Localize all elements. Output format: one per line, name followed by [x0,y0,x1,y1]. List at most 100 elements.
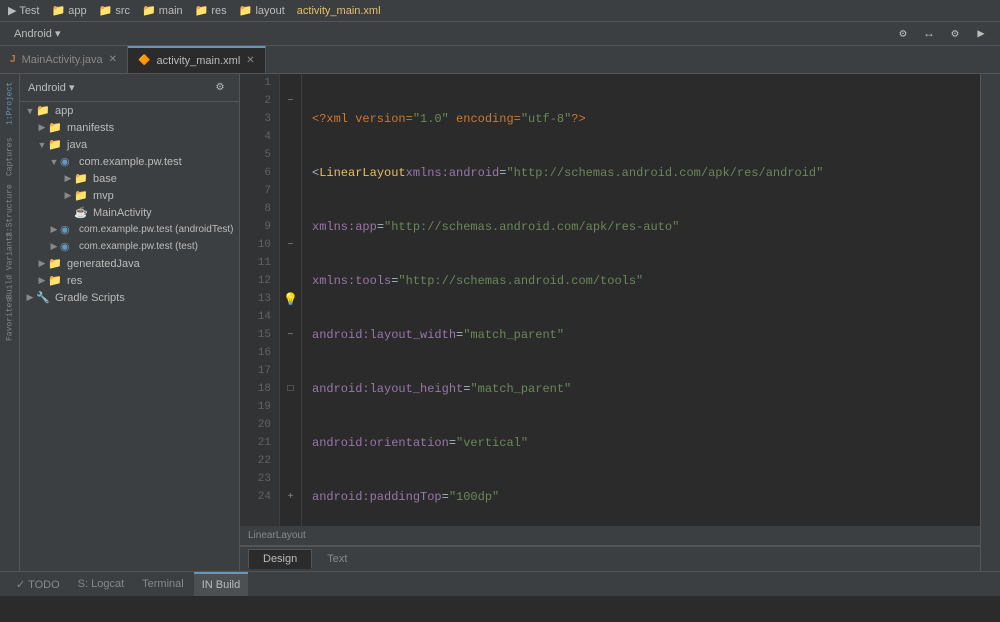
system-top-bar: ▶ Test 📁 app 📁 src 📁 main 📁 res 📁 layout… [0,0,1000,22]
breadcrumb-bar: LinearLayout [240,526,980,546]
arrow-icon: ▼ [24,106,36,116]
tree-item-java[interactable]: ▼ 📁 java [20,136,239,153]
code-content: <?xml version="1.0" encoding="utf-8"?> <… [302,74,980,526]
bottom-bar: ✓ TODO S: Logcat Terminal IN Build [0,571,1000,596]
tree-header-title: Android ▾ [28,81,75,94]
tree-item-manifests[interactable]: ▶ 📁 manifests [20,119,239,136]
tree-item-res-label: res [67,275,82,287]
tree-item-mvp-label: mvp [93,190,114,202]
fold-marker-2[interactable]: − [287,96,293,107]
line-num-20: 20 [244,416,271,434]
line-num-16: 16 [244,344,271,362]
line-num-18: 18 [244,380,271,398]
line-num-24: 24 [244,488,271,506]
project-panel-btn[interactable]: 1:Project [2,78,18,128]
tools-btn[interactable]: ↔ [918,23,940,45]
tab-mainactivity-close[interactable]: ✕ [109,54,117,65]
structure-panel-btn[interactable]: 2:Structure [2,186,18,236]
arrow-icon: ▼ [48,157,60,167]
left-side-panel: 1:Project Captures 2:Structure Build Var… [0,74,20,571]
fold-marker-15[interactable]: − [287,330,293,341]
code-line-3: xmlns:app="http://schemas.android.com/ap… [312,218,980,236]
src-label: 📁 src [99,4,130,17]
tree-item-mainactivity[interactable]: ☕ MainActivity [20,204,239,221]
logcat-label: S: Logcat [78,578,124,590]
arrow-icon: ▶ [48,224,60,235]
line-num-9: 9 [244,218,271,236]
line-num-5: 5 [244,146,271,164]
sync-btn[interactable]: ⚙ [892,23,914,45]
tree-item-androidtest[interactable]: ▶ ◉ com.example.pw.test (androidTest) [20,221,239,238]
line-num-14: 14 [244,308,271,326]
bottom-tab-logcat[interactable]: S: Logcat [70,572,132,596]
code-line-1: <?xml version="1.0" encoding="utf-8"?> [312,110,980,128]
tree-item-mvp[interactable]: ▶ 📁 mvp [20,187,239,204]
folder-icon: 📁 [36,104,52,117]
tree-item-res[interactable]: ▶ 📁 res [20,272,239,289]
arrow-icon: ▶ [24,292,36,303]
arrow-icon: ▶ [62,190,74,201]
tree-settings-btn[interactable]: ⚙ [209,77,231,99]
code-line-6: android:layout_height="match_parent" [312,380,980,398]
layout-label: 📁 layout [239,4,285,17]
run-btn[interactable]: ▶ [970,23,992,45]
code-editor[interactable]: 1 2 3 4 5 6 7 8 9 10 11 12 13 14 15 16 1… [240,74,980,526]
gradle-icon: 🔧 [36,291,52,304]
editor-bottom-tabs: Design Text [240,546,980,571]
tree-item-base-label: base [93,173,117,185]
tree-item-package[interactable]: ▼ ◉ com.example.pw.test [20,153,239,170]
tree-item-manifests-label: manifests [67,122,114,134]
right-side-panel [980,74,1000,571]
line-num-19: 19 [244,398,271,416]
file-label: activity_main.xml [297,5,381,17]
line-num-11: 11 [244,254,271,272]
line-num-22: 22 [244,452,271,470]
tree-item-generatedjava[interactable]: ▶ 📁 generatedJava [20,255,239,272]
package-icon: ◉ [60,155,76,168]
android-dropdown[interactable]: Android ▾ [8,25,67,42]
arrow-icon: ▶ [36,275,48,286]
folder-icon: 📁 [48,274,64,287]
line-num-10: 10 [244,236,271,254]
res-label: 📁 res [195,4,227,17]
breadcrumb-linearlayout[interactable]: LinearLayout [248,530,306,541]
code-line-4: xmlns:tools="http://schemas.android.com/… [312,272,980,290]
tab-activity-main-label: activity_main.xml [157,55,241,67]
tree-item-base[interactable]: ▶ 📁 base [20,170,239,187]
code-line-5: android:layout_width="match_parent" [312,326,980,344]
variants-panel-btn[interactable]: Build Variants [2,240,18,290]
line-num-3: 3 [244,110,271,128]
arrow-icon: ▼ [36,140,48,150]
tree-item-app[interactable]: ▼ 📁 app [20,102,239,119]
tree-item-gradle[interactable]: ▶ 🔧 Gradle Scripts [20,289,239,306]
config-btn[interactable]: ⚙ [944,23,966,45]
line-num-23: 23 [244,470,271,488]
captures-panel-btn[interactable]: Captures [2,132,18,182]
file-tree: Android ▾ ⚙ ▼ 📁 app ▶ 📁 manifests ▼ 📁 ja… [20,74,240,571]
tree-item-generatedjava-label: generatedJava [67,258,140,270]
tab-mainactivity[interactable]: J MainActivity.java ✕ [0,46,128,73]
bottom-tab-terminal[interactable]: Terminal [134,572,192,596]
java-icon: J [10,54,16,65]
tab-text[interactable]: Text [312,549,362,569]
folder-icon: 📁 [48,121,64,134]
fold-marker-24[interactable]: + [287,492,293,503]
line-num-15: 15 [244,326,271,344]
fold-marker-10[interactable]: − [287,240,293,251]
main-layout: 1:Project Captures 2:Structure Build Var… [0,74,1000,571]
tab-mainactivity-label: MainActivity.java [22,54,103,66]
tab-activity-main[interactable]: 🔶 activity_main.xml ✕ [128,46,266,73]
bottom-tab-build[interactable]: IN Build [194,572,249,596]
folder-icon: 📁 [74,189,90,202]
favorites-panel-btn[interactable]: Favorites [2,294,18,344]
tree-item-test[interactable]: ▶ ◉ com.example.pw.test (test) [20,238,239,255]
tree-item-app-label: app [55,105,73,117]
line-num-6: 6 [244,164,271,182]
bottom-tab-todo[interactable]: ✓ TODO [8,572,68,596]
tree-header: Android ▾ ⚙ [20,74,239,102]
tree-item-test-label: com.example.pw.test (test) [79,241,198,252]
tab-design[interactable]: Design [248,549,312,569]
tab-activity-main-close[interactable]: ✕ [246,55,254,66]
line-num-2: 2 [244,92,271,110]
arrow-icon: ▶ [36,258,48,269]
